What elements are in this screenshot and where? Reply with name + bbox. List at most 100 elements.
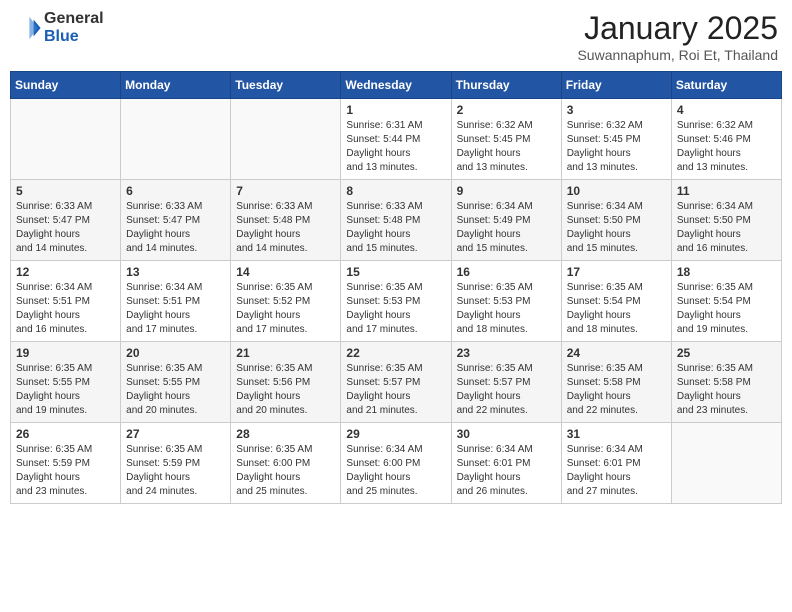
day-number: 14 [236,265,335,279]
day-info: Sunrise: 6:35 AM Sunset: 5:58 PM Dayligh… [677,362,776,418]
day-info: Sunrise: 6:35 AM Sunset: 5:55 PM Dayligh… [126,362,225,418]
day-info: Sunrise: 6:35 AM Sunset: 5:57 PM Dayligh… [457,362,556,418]
day-info: Sunrise: 6:35 AM Sunset: 5:57 PM Dayligh… [346,362,445,418]
day-number: 2 [457,103,556,117]
calendar-cell: 1 Sunrise: 6:31 AM Sunset: 5:44 PM Dayli… [341,99,451,180]
calendar-week-4: 19 Sunrise: 6:35 AM Sunset: 5:55 PM Dayl… [11,342,782,423]
logo-blue-text: Blue [44,28,104,46]
calendar-cell: 11 Sunrise: 6:34 AM Sunset: 5:50 PM Dayl… [671,180,781,261]
page-header: General Blue January 2025 Suwannaphum, R… [10,10,782,63]
day-info: Sunrise: 6:34 AM Sunset: 6:01 PM Dayligh… [567,443,666,499]
day-number: 13 [126,265,225,279]
calendar-cell: 10 Sunrise: 6:34 AM Sunset: 5:50 PM Dayl… [561,180,671,261]
weekday-header-thursday: Thursday [451,72,561,99]
day-info: Sunrise: 6:35 AM Sunset: 5:56 PM Dayligh… [236,362,335,418]
day-number: 6 [126,184,225,198]
day-number: 20 [126,346,225,360]
weekday-header-monday: Monday [121,72,231,99]
day-info: Sunrise: 6:31 AM Sunset: 5:44 PM Dayligh… [346,119,445,175]
day-number: 23 [457,346,556,360]
day-number: 21 [236,346,335,360]
calendar-cell: 20 Sunrise: 6:35 AM Sunset: 5:55 PM Dayl… [121,342,231,423]
calendar-cell: 3 Sunrise: 6:32 AM Sunset: 5:45 PM Dayli… [561,99,671,180]
calendar-cell: 13 Sunrise: 6:34 AM Sunset: 5:51 PM Dayl… [121,261,231,342]
day-number: 22 [346,346,445,360]
day-number: 1 [346,103,445,117]
title-block: January 2025 Suwannaphum, Roi Et, Thaila… [577,10,778,63]
day-number: 5 [16,184,115,198]
day-info: Sunrise: 6:35 AM Sunset: 5:59 PM Dayligh… [126,443,225,499]
day-number: 26 [16,427,115,441]
calendar-week-3: 12 Sunrise: 6:34 AM Sunset: 5:51 PM Dayl… [11,261,782,342]
day-number: 11 [677,184,776,198]
calendar-cell: 27 Sunrise: 6:35 AM Sunset: 5:59 PM Dayl… [121,423,231,504]
day-number: 18 [677,265,776,279]
calendar-week-5: 26 Sunrise: 6:35 AM Sunset: 5:59 PM Dayl… [11,423,782,504]
day-number: 17 [567,265,666,279]
day-info: Sunrise: 6:33 AM Sunset: 5:48 PM Dayligh… [236,200,335,256]
calendar-cell: 28 Sunrise: 6:35 AM Sunset: 6:00 PM Dayl… [231,423,341,504]
day-info: Sunrise: 6:35 AM Sunset: 5:54 PM Dayligh… [567,281,666,337]
calendar-cell: 18 Sunrise: 6:35 AM Sunset: 5:54 PM Dayl… [671,261,781,342]
calendar-cell: 4 Sunrise: 6:32 AM Sunset: 5:46 PM Dayli… [671,99,781,180]
day-number: 16 [457,265,556,279]
calendar-cell [11,99,121,180]
day-info: Sunrise: 6:35 AM Sunset: 5:54 PM Dayligh… [677,281,776,337]
day-number: 9 [457,184,556,198]
calendar-cell: 25 Sunrise: 6:35 AM Sunset: 5:58 PM Dayl… [671,342,781,423]
weekday-header-wednesday: Wednesday [341,72,451,99]
calendar-cell: 2 Sunrise: 6:32 AM Sunset: 5:45 PM Dayli… [451,99,561,180]
calendar-cell: 8 Sunrise: 6:33 AM Sunset: 5:48 PM Dayli… [341,180,451,261]
day-number: 4 [677,103,776,117]
day-number: 25 [677,346,776,360]
logo: General Blue [14,10,104,45]
day-number: 19 [16,346,115,360]
calendar-week-2: 5 Sunrise: 6:33 AM Sunset: 5:47 PM Dayli… [11,180,782,261]
calendar-cell [671,423,781,504]
calendar-cell: 24 Sunrise: 6:35 AM Sunset: 5:58 PM Dayl… [561,342,671,423]
calendar-cell: 15 Sunrise: 6:35 AM Sunset: 5:53 PM Dayl… [341,261,451,342]
calendar-cell: 17 Sunrise: 6:35 AM Sunset: 5:54 PM Dayl… [561,261,671,342]
day-info: Sunrise: 6:35 AM Sunset: 6:00 PM Dayligh… [236,443,335,499]
logo-general-text: General [44,10,104,28]
day-number: 3 [567,103,666,117]
day-number: 10 [567,184,666,198]
calendar-cell: 16 Sunrise: 6:35 AM Sunset: 5:53 PM Dayl… [451,261,561,342]
day-info: Sunrise: 6:34 AM Sunset: 5:51 PM Dayligh… [126,281,225,337]
calendar-cell: 12 Sunrise: 6:34 AM Sunset: 5:51 PM Dayl… [11,261,121,342]
calendar-cell: 14 Sunrise: 6:35 AM Sunset: 5:52 PM Dayl… [231,261,341,342]
calendar-cell: 5 Sunrise: 6:33 AM Sunset: 5:47 PM Dayli… [11,180,121,261]
day-info: Sunrise: 6:35 AM Sunset: 5:59 PM Dayligh… [16,443,115,499]
day-info: Sunrise: 6:32 AM Sunset: 5:46 PM Dayligh… [677,119,776,175]
day-info: Sunrise: 6:33 AM Sunset: 5:47 PM Dayligh… [16,200,115,256]
calendar-cell: 29 Sunrise: 6:34 AM Sunset: 6:00 PM Dayl… [341,423,451,504]
month-title: January 2025 [577,10,778,47]
weekday-header-tuesday: Tuesday [231,72,341,99]
calendar-cell: 22 Sunrise: 6:35 AM Sunset: 5:57 PM Dayl… [341,342,451,423]
day-info: Sunrise: 6:33 AM Sunset: 5:48 PM Dayligh… [346,200,445,256]
day-info: Sunrise: 6:34 AM Sunset: 5:49 PM Dayligh… [457,200,556,256]
day-info: Sunrise: 6:34 AM Sunset: 6:00 PM Dayligh… [346,443,445,499]
day-info: Sunrise: 6:34 AM Sunset: 6:01 PM Dayligh… [457,443,556,499]
calendar-cell: 7 Sunrise: 6:33 AM Sunset: 5:48 PM Dayli… [231,180,341,261]
day-number: 12 [16,265,115,279]
day-info: Sunrise: 6:34 AM Sunset: 5:50 PM Dayligh… [677,200,776,256]
calendar-table: SundayMondayTuesdayWednesdayThursdayFrid… [10,71,782,504]
day-info: Sunrise: 6:35 AM Sunset: 5:53 PM Dayligh… [346,281,445,337]
calendar-cell: 30 Sunrise: 6:34 AM Sunset: 6:01 PM Dayl… [451,423,561,504]
day-info: Sunrise: 6:35 AM Sunset: 5:53 PM Dayligh… [457,281,556,337]
day-info: Sunrise: 6:32 AM Sunset: 5:45 PM Dayligh… [567,119,666,175]
day-number: 31 [567,427,666,441]
day-info: Sunrise: 6:35 AM Sunset: 5:58 PM Dayligh… [567,362,666,418]
weekday-header-friday: Friday [561,72,671,99]
day-info: Sunrise: 6:34 AM Sunset: 5:51 PM Dayligh… [16,281,115,337]
day-number: 15 [346,265,445,279]
calendar-cell: 9 Sunrise: 6:34 AM Sunset: 5:49 PM Dayli… [451,180,561,261]
calendar-cell [231,99,341,180]
day-info: Sunrise: 6:33 AM Sunset: 5:47 PM Dayligh… [126,200,225,256]
day-number: 27 [126,427,225,441]
calendar-cell [121,99,231,180]
calendar-cell: 23 Sunrise: 6:35 AM Sunset: 5:57 PM Dayl… [451,342,561,423]
calendar-week-1: 1 Sunrise: 6:31 AM Sunset: 5:44 PM Dayli… [11,99,782,180]
day-number: 29 [346,427,445,441]
